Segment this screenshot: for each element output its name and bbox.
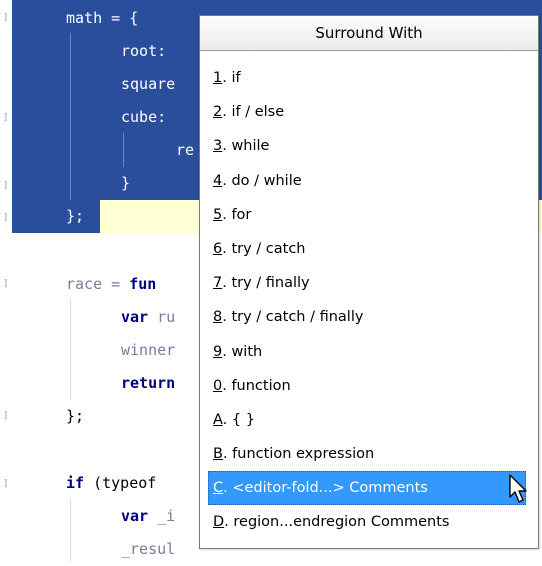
item-label: . do / while — [222, 172, 302, 189]
indent-guide — [123, 133, 124, 167]
code-line: }; — [66, 400, 84, 433]
item-label: . function expression — [222, 446, 375, 463]
mnemonic: A — [213, 411, 223, 428]
mnemonic: 9 — [213, 343, 223, 360]
code-text: race = — [66, 275, 130, 293]
mnemonic: 3 — [213, 138, 223, 155]
code-line: race = fun — [66, 268, 156, 301]
item-label: . region...endregion Comments — [224, 514, 450, 531]
code-line: var _i — [121, 500, 175, 533]
code-text: square — [121, 75, 176, 93]
menu-item-with[interactable]: 9. with — [200, 335, 538, 369]
menu-item-function[interactable]: 0. function — [200, 369, 538, 403]
mnemonic: 8 — [213, 309, 223, 326]
item-label: . for — [222, 206, 252, 223]
code-text: _resul — [121, 540, 176, 558]
code-text: }; — [66, 407, 85, 425]
item-label: . while — [222, 138, 270, 155]
fold-marker-icon[interactable]: ] — [3, 212, 12, 224]
menu-item-function-expression[interactable]: B. function expression — [200, 437, 538, 471]
item-label: . if — [222, 70, 241, 86]
mnemonic: 1 — [213, 70, 223, 86]
code-text: (typeof — [93, 474, 157, 492]
code-line: }; — [66, 200, 84, 233]
menu-item-try-finally[interactable]: 7. try / finally — [200, 266, 538, 300]
arrow-pointer-icon — [509, 474, 527, 503]
item-label: . try / finally — [222, 275, 310, 292]
mnemonic: 2 — [213, 104, 223, 121]
item-label: . if / else — [222, 104, 285, 121]
menu-item-if-else[interactable]: 2. if / else — [200, 95, 538, 129]
fold-marker-icon[interactable]: ] — [3, 12, 12, 24]
code-text: math = { — [66, 9, 139, 27]
code-text: re — [176, 141, 195, 159]
code-keyword: var — [121, 308, 158, 326]
fold-marker-icon[interactable]: ] — [3, 112, 12, 124]
code-text: } — [121, 174, 131, 192]
code-line: _resul — [121, 533, 175, 566]
mnemonic: 7 — [213, 275, 223, 292]
mnemonic: 5 — [213, 206, 223, 223]
mnemonic: 4 — [213, 172, 223, 189]
code-line: math = { — [66, 2, 138, 35]
item-label: . try / catch / finally — [222, 309, 364, 326]
code-line: winner — [121, 334, 175, 367]
indent-guide — [70, 500, 71, 561]
menu-item-try-catch[interactable]: 6. try / catch — [200, 232, 538, 266]
code-keyword: fun — [129, 275, 157, 293]
menu-item-do-while[interactable]: 4. do / while — [200, 164, 538, 198]
menu-item-for[interactable]: 5. for — [200, 198, 538, 232]
fold-marker-icon[interactable]: ] — [3, 278, 12, 290]
code-text: winner — [121, 341, 176, 359]
menu-item-while[interactable]: 3. while — [200, 129, 538, 163]
item-label: . with — [222, 343, 263, 360]
menu-item-editor-fold-comments[interactable]: C. <editor-fold...> Comments — [208, 471, 527, 506]
code-line: re — [176, 134, 194, 167]
code-keyword: return — [121, 374, 176, 392]
code-line: if (typeof — [66, 467, 156, 500]
surround-options-list: 1. if 2. if / else 3. while 4. do / whil… — [200, 61, 538, 540]
item-label: . function — [222, 377, 291, 394]
indent-guide — [70, 33, 71, 200]
code-line: square — [121, 68, 175, 101]
menu-item-if[interactable]: 1. if — [200, 61, 538, 95]
code-text: cube: — [121, 108, 167, 126]
code-line: cube: — [121, 101, 166, 134]
indent-guide — [70, 300, 71, 400]
menu-item-braces[interactable]: A. { } — [200, 403, 538, 437]
fold-marker-icon[interactable]: ] — [3, 478, 12, 490]
code-text: ru — [157, 308, 176, 326]
mnemonic: 0 — [213, 377, 223, 394]
surround-with-popup[interactable]: Surround With 1. if 2. if / else 3. whil… — [199, 15, 539, 549]
item-label: . <editor-fold...> Comments — [223, 480, 428, 497]
fold-marker-icon[interactable]: ] — [3, 180, 12, 192]
code-text: root: — [121, 42, 167, 60]
code-line: } — [121, 167, 130, 200]
code-text: _i — [157, 507, 176, 525]
mnemonic: 6 — [213, 240, 223, 257]
code-line: var ru — [121, 301, 175, 334]
fold-marker-icon[interactable]: ] — [3, 410, 12, 422]
item-label: . { } — [222, 411, 255, 428]
mnemonic: B — [213, 446, 223, 463]
popup-title: Surround With — [200, 16, 538, 51]
menu-item-try-catch-finally[interactable]: 8. try / catch / finally — [200, 300, 538, 334]
code-keyword: var — [121, 507, 158, 525]
mnemonic: C — [213, 480, 224, 497]
mnemonic: D — [213, 514, 225, 531]
item-label: . try / catch — [222, 240, 306, 257]
code-line: return — [121, 367, 175, 400]
code-line: root: — [121, 35, 166, 68]
menu-item-region-comments[interactable]: D. region...endregion Comments — [200, 505, 538, 539]
code-text: }; — [66, 207, 85, 225]
code-keyword: if — [66, 474, 94, 492]
